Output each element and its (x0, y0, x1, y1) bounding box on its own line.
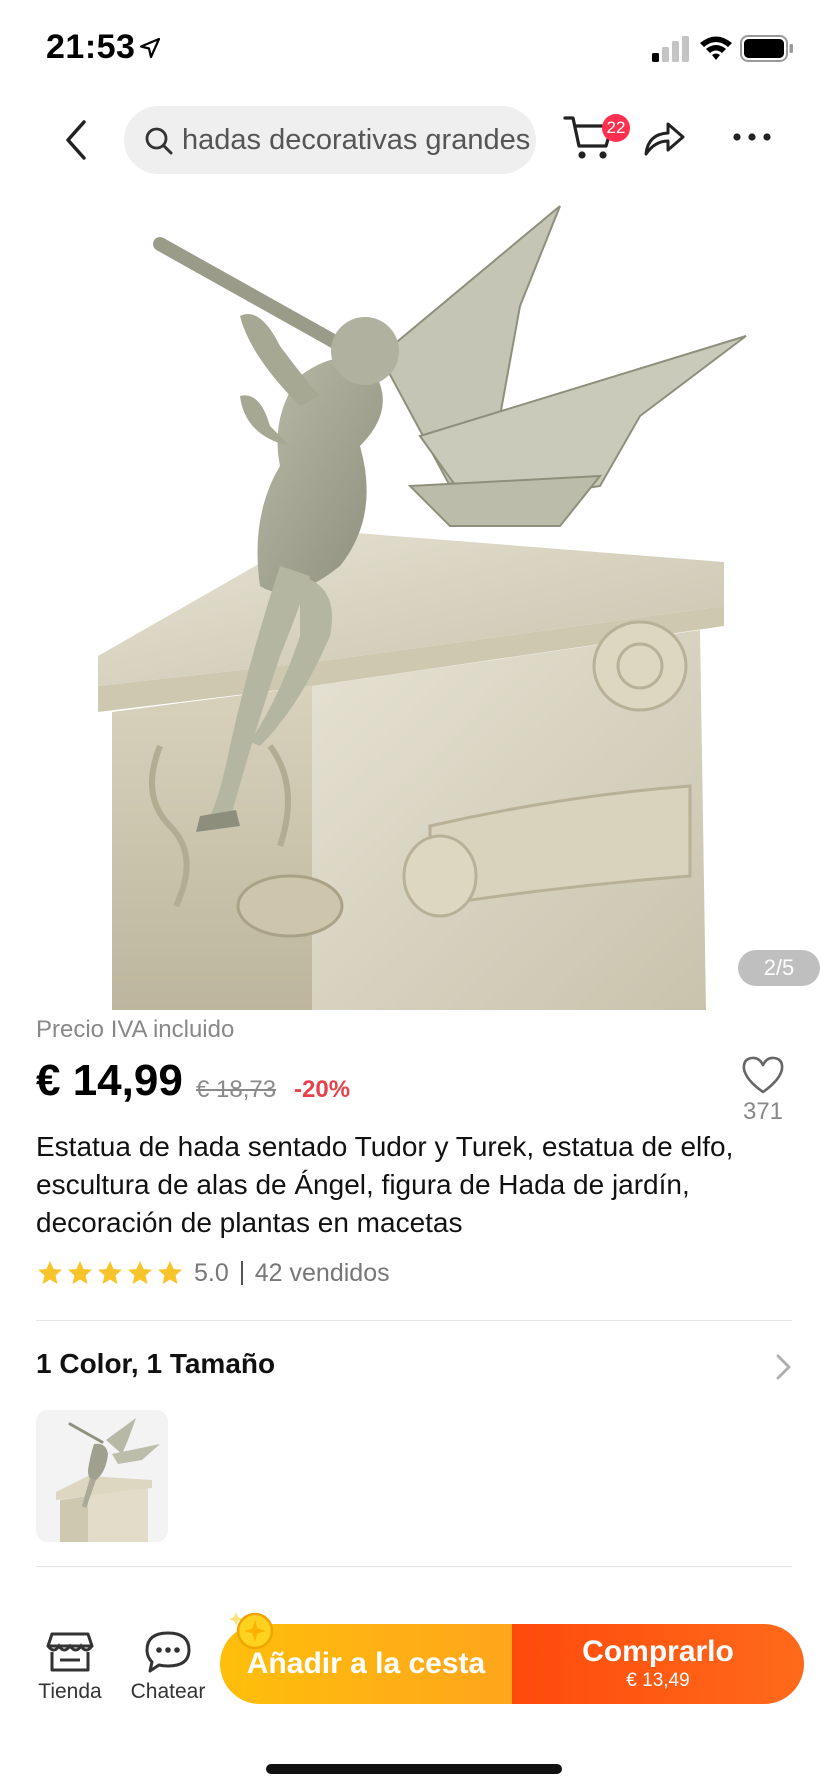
coin-sparkle-icon (229, 1612, 274, 1650)
star-icon (128, 1261, 152, 1284)
star-rating (36, 1259, 184, 1287)
buy-now-label: Comprarlo (582, 1635, 734, 1668)
discount-badge: -20% (294, 1076, 351, 1103)
current-price: € 14,99 (36, 1056, 183, 1105)
image-counter-badge: 2/5 (738, 950, 820, 986)
buy-now-price: € 13,49 (626, 1670, 690, 1691)
rating-separator (240, 1261, 243, 1285)
store-label: Tienda (38, 1680, 102, 1703)
location-arrow-icon (139, 37, 161, 59)
original-price: € 18,73 (196, 1076, 277, 1103)
cart-count-badge: 22 (602, 114, 630, 142)
chat-label: Chatear (130, 1680, 206, 1703)
wifi-icon (700, 36, 732, 60)
status-time: 21:53 (46, 28, 136, 66)
store-button[interactable]: Tienda (30, 1630, 110, 1710)
share-button[interactable] (642, 118, 686, 158)
divider (36, 1566, 792, 1567)
product-title: Estatua de hada sentado Tudor y Turek, e… (36, 1131, 734, 1238)
top-nav: hadas decorativas grandes 22 (0, 100, 828, 180)
variant-thumbnail[interactable] (36, 1410, 168, 1542)
buy-now-button[interactable]: Comprarlo € 13,49 (512, 1624, 804, 1704)
search-query: hadas decorativas grandes (182, 124, 531, 156)
variant-thumbnail-image (36, 1410, 168, 1542)
chat-bubble-icon (145, 1631, 191, 1673)
more-options-button[interactable] (730, 122, 774, 152)
chevron-right-icon[interactable] (774, 1352, 794, 1382)
bottom-action-bar: Tienda Chatear Añadir a la cesta Comprar… (0, 1600, 828, 1720)
star-icon (98, 1261, 122, 1284)
divider (36, 1320, 792, 1321)
cellular-signal-icon (652, 36, 689, 62)
back-button[interactable] (58, 116, 98, 164)
star-icon (158, 1261, 182, 1284)
status-bar: 21:53 (0, 0, 828, 100)
star-icon (38, 1261, 62, 1284)
home-indicator (266, 1764, 562, 1774)
vat-note: Precio IVA incluido (36, 1016, 235, 1043)
fairy-statue-image (98, 205, 747, 1010)
store-icon (46, 1632, 94, 1672)
rating-row[interactable]: 5.0 42 vendidos (36, 1256, 390, 1290)
star-icon (68, 1261, 92, 1284)
search-input[interactable]: hadas decorativas grandes (124, 106, 536, 174)
sold-count: 42 vendidos (254, 1258, 390, 1287)
variant-selector-title[interactable]: 1 Color, 1 Tamaño (36, 1348, 275, 1380)
wishlist-count: 371 (742, 1098, 784, 1125)
search-icon (145, 127, 173, 155)
product-image-gallery[interactable] (0, 186, 828, 1010)
wishlist-heart-button[interactable] (740, 1054, 786, 1096)
battery-icon (740, 35, 793, 62)
rating-value: 5.0 (194, 1258, 229, 1287)
chat-button[interactable]: Chatear (124, 1630, 212, 1710)
cta-group: Añadir a la cesta Comprarlo € 13,49 (220, 1624, 804, 1704)
